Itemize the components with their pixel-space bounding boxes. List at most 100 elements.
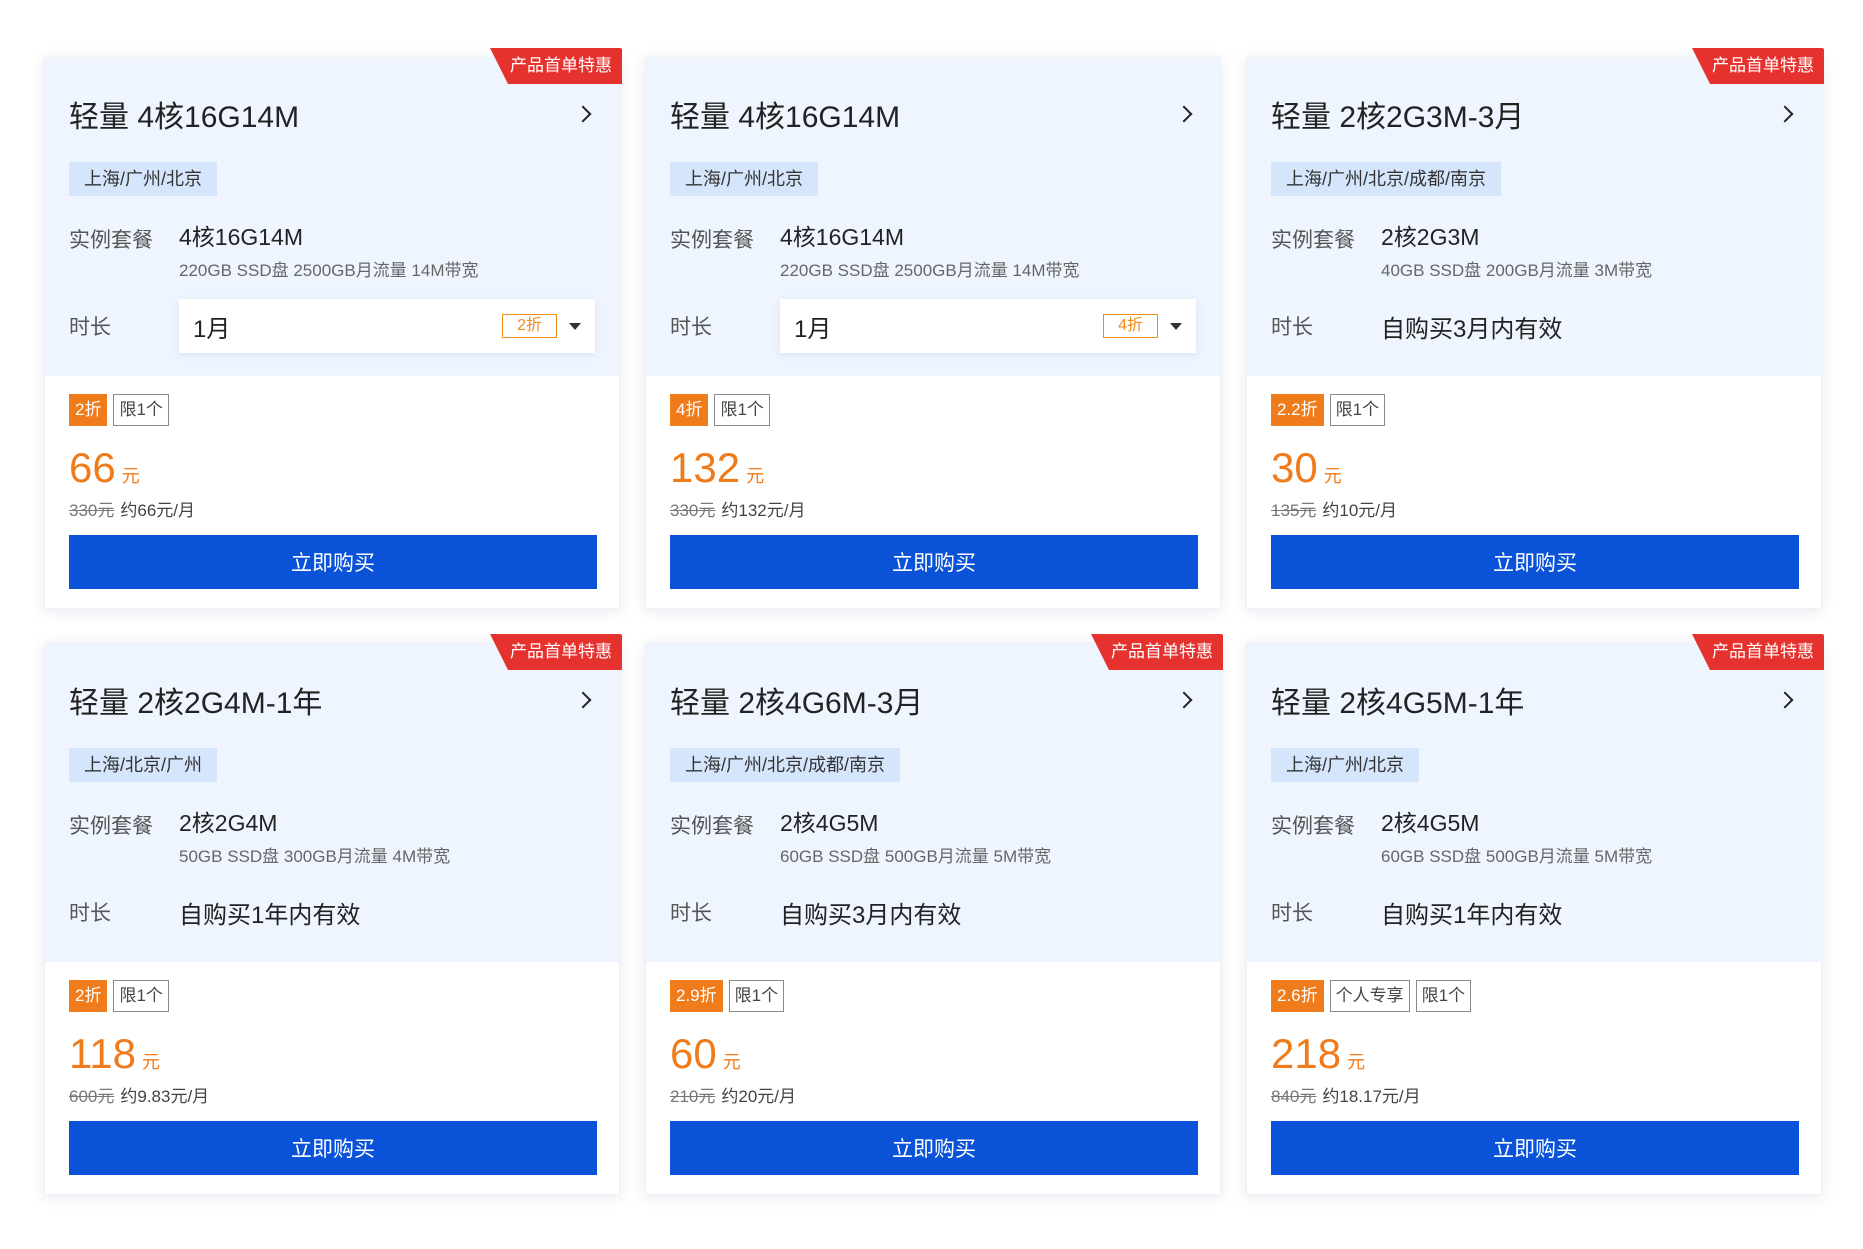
tag-list: 2.2折 限1个 xyxy=(1271,394,1797,428)
spec-label: 实例套餐 xyxy=(670,815,754,838)
region-tag: 上海/广州/北京 xyxy=(69,162,218,196)
region-tag: 上海/北京/广州 xyxy=(69,748,218,782)
duration-value: 自购买1年内有效 xyxy=(179,901,361,929)
caret-down-icon[interactable] xyxy=(1170,323,1182,330)
card-header: 产品首单特惠 轻量 4核16G14M 上海/广州/北京 实例套餐 4核16G14… xyxy=(45,48,622,376)
product-title[interactable]: 轻量 2核4G6M-3月 xyxy=(670,678,923,722)
first-order-ribbon: 产品首单特惠 xyxy=(1091,634,1223,670)
original-price: 210元 xyxy=(670,1087,716,1106)
duration-label: 时长 xyxy=(670,902,712,925)
chevron-right-icon[interactable] xyxy=(573,689,595,711)
monthly-price: 约18.17元/月 xyxy=(1322,1087,1421,1106)
original-price-row: 135元 约10元/月 xyxy=(1271,496,1797,521)
duration-row: 时长 自购买3月内有效 xyxy=(1271,299,1797,353)
title-row: 轻量 4核16G14M xyxy=(670,58,1196,142)
spec-detail: 220GB SSD盘 2500GB月流量 14M带宽 xyxy=(780,261,1080,280)
duration-selected-value: 1月 xyxy=(794,315,832,343)
product-title[interactable]: 轻量 2核2G4M-1年 xyxy=(69,678,322,722)
chevron-right-icon[interactable] xyxy=(1775,103,1797,125)
chevron-right-icon[interactable] xyxy=(1174,103,1196,125)
limit-tag: 个人专享 xyxy=(1329,980,1410,1012)
spec-row: 实例套餐 2核2G4M 50GB SSD盘 300GB月流量 4M带宽 xyxy=(69,810,595,867)
price-row: 60 元 xyxy=(670,1028,1196,1076)
region-tag: 上海/广州/北京/成都/南京 xyxy=(1271,162,1502,196)
buy-now-button[interactable]: 立即购买 xyxy=(670,535,1198,589)
duration-value: 自购买3月内有效 xyxy=(1381,315,1563,343)
buy-now-button[interactable]: 立即购买 xyxy=(1271,535,1799,589)
original-price: 135元 xyxy=(1271,501,1317,520)
buy-now-button[interactable]: 立即购买 xyxy=(670,1121,1198,1175)
limit-tag: 限1个 xyxy=(1415,980,1472,1012)
tag-list: 2折 限1个 xyxy=(69,394,595,428)
spec-row: 实例套餐 4核16G14M 220GB SSD盘 2500GB月流量 14M带宽 xyxy=(670,224,1196,281)
duration-label: 时长 xyxy=(1271,316,1313,339)
spec-detail: 50GB SSD盘 300GB月流量 4M带宽 xyxy=(179,847,451,866)
original-price-row: 330元 约66元/月 xyxy=(69,496,595,521)
buy-now-button[interactable]: 立即购买 xyxy=(1271,1121,1799,1175)
discount-tag: 2折 xyxy=(69,980,108,1012)
chevron-right-icon[interactable] xyxy=(1174,689,1196,711)
product-card: 轻量 4核16G14M 上海/广州/北京 实例套餐 4核16G14M 220GB… xyxy=(645,57,1221,609)
price-row: 132 元 xyxy=(670,442,1196,490)
product-card: 产品首单特惠 轻量 2核2G3M-3月 上海/广州/北京/成都/南京 实例套餐 … xyxy=(1246,48,1824,609)
price-row: 66 元 xyxy=(69,442,595,490)
discount-tag: 2.9折 xyxy=(670,980,723,1012)
duration-row: 时长 自购买1年内有效 xyxy=(69,885,595,939)
tag-list: 2.9折 限1个 xyxy=(670,980,1196,1014)
spec-main: 2核4G5M xyxy=(1381,810,1480,836)
buy-now-button[interactable]: 立即购买 xyxy=(69,535,597,589)
duration-discount-badge: 2折 xyxy=(502,314,557,338)
spec-label: 实例套餐 xyxy=(670,229,754,252)
original-price: 840元 xyxy=(1271,1087,1317,1106)
product-title[interactable]: 轻量 4核16G14M xyxy=(69,92,299,136)
spec-label: 实例套餐 xyxy=(1271,229,1355,252)
price-value: 132 xyxy=(670,444,741,491)
price-unit: 元 xyxy=(1323,466,1342,486)
price-row: 118 元 xyxy=(69,1028,595,1076)
spec-row: 实例套餐 2核2G3M 40GB SSD盘 200GB月流量 3M带宽 xyxy=(1271,224,1797,281)
discount-tag: 4折 xyxy=(670,394,709,426)
price-value: 30 xyxy=(1271,444,1318,491)
original-price-row: 330元 约132元/月 xyxy=(670,496,1196,521)
duration-select[interactable]: 1月 2折 xyxy=(179,299,595,353)
region-tag: 上海/广州/北京/成都/南京 xyxy=(670,748,901,782)
duration-value: 自购买3月内有效 xyxy=(780,901,962,929)
monthly-price: 约132元/月 xyxy=(721,501,806,520)
product-card: 产品首单特惠 轻量 2核4G5M-1年 上海/广州/北京 实例套餐 2核4G5M… xyxy=(1246,634,1824,1195)
duration-selected-value: 1月 xyxy=(193,315,231,343)
discount-tag: 2.2折 xyxy=(1271,394,1324,426)
buy-now-button[interactable]: 立即购买 xyxy=(69,1121,597,1175)
chevron-right-icon[interactable] xyxy=(573,103,595,125)
spec-label: 实例套餐 xyxy=(1271,815,1355,838)
spec-main: 2核4G5M xyxy=(780,810,879,836)
duration-discount-badge: 4折 xyxy=(1103,314,1158,338)
card-body: 2.6折 个人专享 限1个 218 元 840元 约18.17元/月 立即购买 xyxy=(1247,980,1821,1175)
original-price-row: 600元 约9.83元/月 xyxy=(69,1082,595,1107)
chevron-right-icon[interactable] xyxy=(1775,689,1797,711)
product-card: 产品首单特惠 轻量 4核16G14M 上海/广州/北京 实例套餐 4核16G14… xyxy=(44,48,622,609)
limit-tag: 限1个 xyxy=(1329,394,1386,426)
first-order-ribbon: 产品首单特惠 xyxy=(1692,48,1824,84)
discount-tag: 2折 xyxy=(69,394,108,426)
caret-down-icon[interactable] xyxy=(569,323,581,330)
price-unit: 元 xyxy=(722,1052,741,1072)
card-header: 产品首单特惠 轻量 2核2G4M-1年 上海/北京/广州 实例套餐 2核2G4M… xyxy=(45,634,622,962)
limit-tag: 限1个 xyxy=(714,394,770,426)
tag-list: 2.6折 个人专享 限1个 xyxy=(1271,980,1797,1014)
first-order-ribbon: 产品首单特惠 xyxy=(490,634,622,670)
card-header: 产品首单特惠 轻量 2核4G5M-1年 上海/广州/北京 实例套餐 2核4G5M… xyxy=(1247,634,1824,962)
tag-list: 2折 限1个 xyxy=(69,980,595,1014)
product-title[interactable]: 轻量 2核2G3M-3月 xyxy=(1271,92,1524,136)
spec-detail: 220GB SSD盘 2500GB月流量 14M带宽 xyxy=(179,261,479,280)
duration-label: 时长 xyxy=(69,902,111,925)
product-title[interactable]: 轻量 4核16G14M xyxy=(670,92,900,136)
price-unit: 元 xyxy=(141,1052,160,1072)
duration-select[interactable]: 1月 4折 xyxy=(780,299,1196,353)
tag-list: 4折 限1个 xyxy=(670,394,1196,428)
price-unit: 元 xyxy=(121,466,140,486)
product-title[interactable]: 轻量 2核4G5M-1年 xyxy=(1271,678,1524,722)
monthly-price: 约20元/月 xyxy=(721,1087,797,1106)
limit-tag: 限1个 xyxy=(728,980,785,1012)
original-price-row: 840元 约18.17元/月 xyxy=(1271,1082,1797,1107)
card-body: 2折 限1个 66 元 330元 约66元/月 立即购买 xyxy=(45,394,619,589)
